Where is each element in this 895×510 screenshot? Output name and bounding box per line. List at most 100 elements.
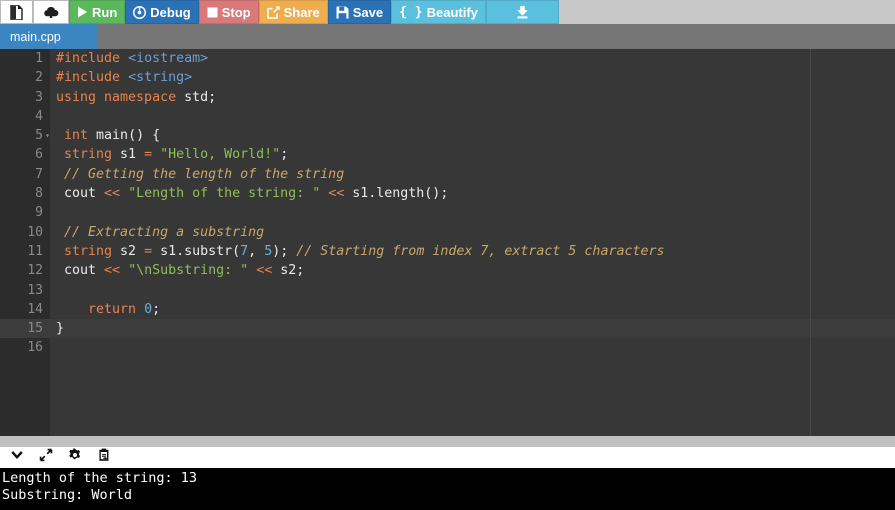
share-button-label: Share xyxy=(283,4,320,20)
stop-button[interactable]: Stop xyxy=(198,0,259,24)
save-button[interactable]: Save xyxy=(327,0,392,24)
code-line-3: using namespace std; xyxy=(50,88,895,107)
new-file-button[interactable] xyxy=(0,0,33,24)
stop-square-icon xyxy=(207,7,218,18)
token-kw: string xyxy=(56,243,113,259)
stop-button-label: Stop xyxy=(221,4,251,20)
token-id xyxy=(120,186,128,201)
open-file-button[interactable] xyxy=(33,0,69,24)
token-id: s1.substr( xyxy=(152,243,241,259)
save-button-label: Save xyxy=(352,4,384,20)
console-paste-button[interactable] xyxy=(94,448,113,467)
tab-main-cpp[interactable]: main.cpp xyxy=(0,24,98,49)
code-line-8: cout << "Length of the string: " << s1.l… xyxy=(50,184,895,203)
beautify-button-label: Beautify xyxy=(426,4,478,20)
code-line-10: // Extracting a substring xyxy=(50,223,895,242)
gutter-line-3: 3 xyxy=(35,89,43,105)
token-id: cout xyxy=(56,186,105,202)
code-line-7: // Getting the length of the string xyxy=(50,165,895,184)
debug-button[interactable]: Debug xyxy=(125,0,199,24)
gutter-line-9: 9 xyxy=(35,205,43,221)
code-line-15: } xyxy=(50,319,895,339)
gutter-line-5: 5 ▾ xyxy=(0,126,50,145)
token-kw: int xyxy=(56,128,97,144)
print-margin-guide xyxy=(810,49,811,436)
fold-toggle-icon[interactable]: ▾ xyxy=(43,126,50,145)
token-kw: string xyxy=(56,147,113,163)
token-op: << xyxy=(104,186,121,202)
play-icon xyxy=(77,6,88,18)
run-button-label: Run xyxy=(92,4,118,20)
token-kw: using namespace xyxy=(56,89,185,105)
gutter-line-1: 1 xyxy=(35,51,43,66)
token-op: << xyxy=(256,263,273,279)
share-icon xyxy=(266,5,280,19)
console-settings-button[interactable] xyxy=(65,448,84,467)
debug-button-label: Debug xyxy=(150,4,191,20)
code-line-6: string s1 = "Hello, World!"; xyxy=(50,145,895,164)
console-output-line-2: Substring: World xyxy=(2,487,133,503)
panel-splitter[interactable] xyxy=(0,436,895,447)
token-id xyxy=(120,263,128,278)
code-line-14: return 0; xyxy=(50,300,895,319)
code-line-12: cout << "\nSubstring: " << s2; xyxy=(50,261,895,280)
token-op: = xyxy=(144,243,153,259)
token-id: main xyxy=(96,128,129,144)
console-output-line-1: Length of the string: 13 xyxy=(2,470,198,486)
console-collapse-button[interactable] xyxy=(7,448,26,467)
main-toolbar: Run Debug Stop Share Save {} Beautify xyxy=(0,0,895,24)
token-kw: return xyxy=(56,301,145,317)
download-icon xyxy=(515,5,530,19)
tab-label: main.cpp xyxy=(10,29,61,44)
token-inc: <iostream> xyxy=(128,51,209,66)
download-button[interactable] xyxy=(485,0,559,24)
token-cmt: // Extracting a substring xyxy=(56,224,265,240)
token-op: = xyxy=(144,147,153,163)
gutter-line-14: 14 xyxy=(27,301,43,317)
tab-bar: main.cpp xyxy=(0,24,895,49)
code-line-5: int main() { xyxy=(50,126,895,145)
code-line-1: #include <iostream> xyxy=(50,49,895,68)
line-number-gutter: 1 2 3 4 5 ▾ 6 7 8 9 10 11 12 13 14 15 16 xyxy=(0,49,50,436)
token-inc: <string> xyxy=(128,70,193,86)
code-content[interactable]: #include <iostream> #include <string> usin… xyxy=(50,49,895,436)
token-punc: , xyxy=(248,243,265,259)
expand-arrows-icon xyxy=(39,448,53,467)
token-id: std; xyxy=(184,89,217,105)
code-line-2: #include <string> xyxy=(50,68,895,87)
console-output[interactable]: Length of the string: 13 Substring: World xyxy=(0,468,895,510)
gutter-line-4: 4 xyxy=(35,108,43,124)
token-id: s2; xyxy=(272,263,305,279)
token-pre: #include xyxy=(56,70,129,86)
token-id xyxy=(152,147,160,162)
share-button[interactable]: Share xyxy=(258,0,328,24)
clipboard-paste-icon xyxy=(97,448,111,467)
token-str: "\nSubstring: " xyxy=(128,263,249,279)
token-str: "Hello, World!" xyxy=(160,147,281,163)
gutter-line-13: 13 xyxy=(27,282,43,298)
gutter-line-15: 15 xyxy=(0,319,50,339)
ide-window: Run Debug Stop Share Save {} Beautify m… xyxy=(0,0,895,510)
floppy-disk-icon xyxy=(336,6,349,19)
file-icon xyxy=(10,4,23,20)
token-id: cout xyxy=(56,263,105,279)
token-op: << xyxy=(328,186,345,202)
code-editor[interactable]: 1 2 3 4 5 ▾ 6 7 8 9 10 11 12 13 14 15 16 #include <iostr… xyxy=(0,49,895,436)
token-num: 7 xyxy=(240,243,249,259)
beautify-button[interactable]: { } Beautify xyxy=(391,0,486,24)
gutter-line-12: 12 xyxy=(27,263,43,279)
token-op: << xyxy=(104,263,121,279)
console-expand-button[interactable] xyxy=(36,448,55,467)
gutter-line-2: 2 xyxy=(35,70,43,86)
token-id xyxy=(248,263,256,278)
token-id: s1 xyxy=(112,147,145,163)
run-button[interactable]: Run xyxy=(69,0,126,24)
token-str: "Length of the string: " xyxy=(128,186,321,202)
braces-icon: { } xyxy=(399,4,423,20)
cloud-upload-icon xyxy=(43,5,59,19)
token-cmt: // Getting the length of the string xyxy=(56,166,345,182)
